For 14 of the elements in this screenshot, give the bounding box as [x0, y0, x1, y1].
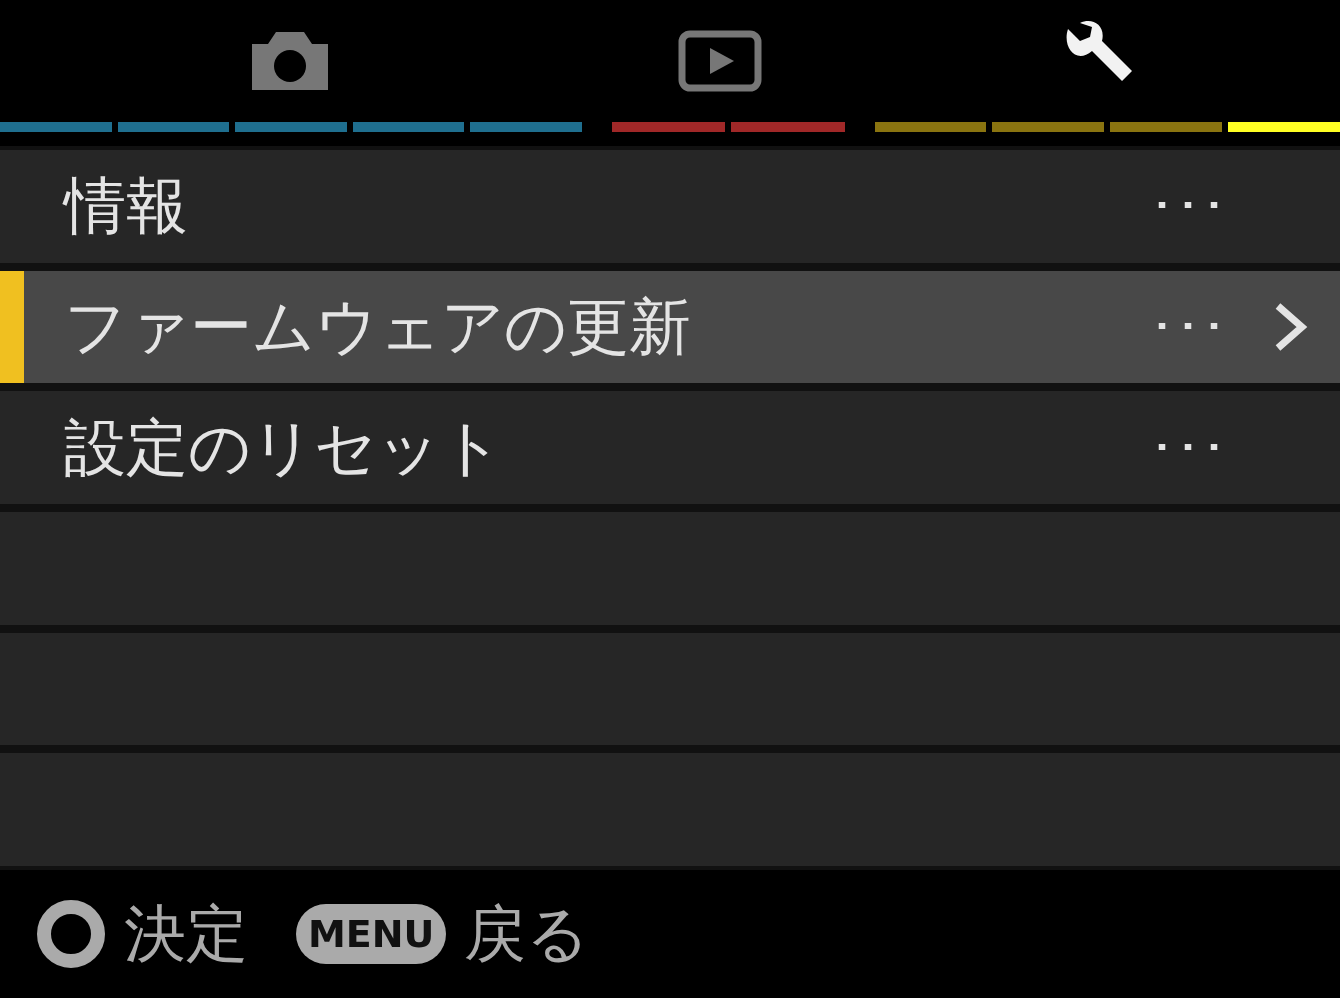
- menu-row[interactable]: 情報 ･･･: [0, 150, 1340, 263]
- menu-value: ･･･: [1150, 299, 1229, 355]
- hint-label: 決定: [124, 896, 248, 972]
- playback-icon[interactable]: [678, 30, 762, 92]
- menu-value: ･･･: [1150, 419, 1229, 476]
- ok-button-icon: [36, 899, 106, 969]
- menu-value: ･･･: [1150, 178, 1229, 235]
- menu-key: MENU: [296, 904, 447, 964]
- menu-row[interactable]: 設定のリセット ･･･: [0, 391, 1340, 504]
- hint-label: 戻る: [464, 896, 590, 972]
- menu-row[interactable]: ファームウェアの更新 ･･･: [0, 270, 1340, 384]
- menu-label: ファームウェアの更新: [64, 289, 692, 365]
- menu-label: 設定のリセット: [64, 409, 504, 486]
- menu-label: 情報: [64, 168, 189, 245]
